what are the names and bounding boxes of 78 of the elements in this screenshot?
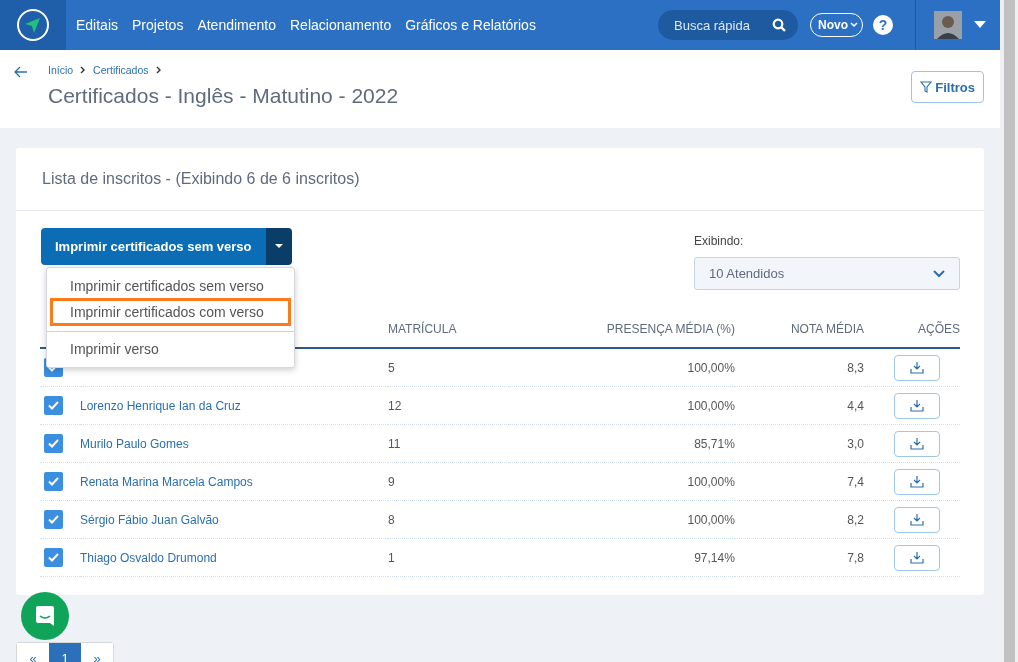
table-cell: 9	[388, 474, 395, 489]
search-field[interactable]: Busca rápida	[658, 10, 798, 40]
table-cell: 4,4	[847, 398, 864, 413]
download-button[interactable]	[894, 392, 940, 419]
nav-link[interactable]: Editais	[76, 17, 119, 33]
column-header: MATRÍCULA	[388, 311, 509, 348]
help-button[interactable]: ?	[873, 15, 893, 35]
download-icon	[910, 551, 924, 564]
filter-label: Exibindo:	[694, 234, 745, 248]
print-button[interactable]: Imprimir certificados sem verso	[41, 228, 266, 265]
table-cell: 8	[388, 512, 395, 527]
page-button[interactable]: 1	[49, 643, 81, 662]
table-cell: 100,00%	[687, 474, 735, 489]
column-header: PRESENÇA MÉDIA (%)	[508, 311, 735, 348]
download-icon	[910, 513, 924, 526]
download-icon	[910, 399, 924, 412]
menu-item[interactable]: Imprimir certificados com verso	[50, 298, 291, 326]
checkbox[interactable]	[44, 548, 63, 567]
nav-link[interactable]: Relacionamento	[290, 17, 392, 33]
column-header: NOTA MÉDIA	[734, 311, 864, 348]
table-cell: 3,0	[847, 436, 864, 451]
caret-icon	[274, 244, 283, 249]
page-title: Certificados - Inglês - Matutino - 2022	[48, 84, 400, 108]
column-header: AÇÕES	[864, 311, 960, 348]
nav-link[interactable]: Gráficos e Relatórios	[405, 17, 536, 33]
chevron-icon	[850, 22, 858, 28]
caret-icon[interactable]	[974, 21, 986, 29]
table-cell: 7,4	[847, 474, 864, 489]
student-link[interactable]: Sérgio Fábio Juan Galvão	[80, 512, 219, 527]
download-button[interactable]	[894, 354, 940, 381]
back-arrow-icon[interactable]	[14, 66, 28, 78]
student-link[interactable]: Murilo Paulo Gomes	[80, 436, 189, 451]
chat-button[interactable]	[21, 592, 69, 640]
table-cell: 100,00%	[687, 398, 735, 413]
download-button[interactable]	[894, 430, 940, 457]
filter-button[interactable]: Filtros	[911, 71, 984, 103]
table-cell: 100,00%	[687, 360, 735, 375]
search-icon	[772, 18, 786, 32]
search-input[interactable]: Busca rápida	[672, 16, 772, 34]
chat-icon	[34, 605, 56, 627]
scrollbar[interactable]	[1001, 0, 1018, 662]
menu-item[interactable]: Imprimir certificados sem verso	[50, 274, 291, 298]
table-cell: 5	[388, 360, 395, 375]
table-cell: 8,2	[847, 512, 864, 527]
download-button[interactable]	[894, 506, 940, 533]
logo-icon[interactable]	[0, 0, 66, 50]
chevron-icon	[933, 269, 945, 278]
breadcrumb-link[interactable]: Início	[48, 64, 74, 76]
filter-icon	[920, 81, 933, 93]
student-link[interactable]: Lorenzo Henrique Ian da Cruz	[80, 398, 241, 413]
table-cell: 8,3	[847, 360, 864, 375]
checkbox[interactable]	[44, 510, 63, 529]
download-button[interactable]	[894, 468, 940, 495]
table-cell: 97,14%	[694, 550, 735, 565]
student-link[interactable]: Renata Marina Marcela Campos	[80, 474, 253, 489]
checkbox[interactable]	[44, 396, 63, 415]
checkbox[interactable]	[44, 472, 63, 491]
dropdown-toggle[interactable]	[265, 228, 292, 265]
menu-item[interactable]: Imprimir verso	[50, 337, 291, 361]
chevron-icon	[154, 66, 163, 74]
table-cell: 11	[388, 436, 401, 451]
table-cell: 7,8	[847, 550, 864, 565]
table-cell: 1	[388, 550, 395, 565]
card-title: Lista de inscritos - (Exibindo 6 de 6 inscritos)	[42, 170, 360, 188]
table-cell: 12	[388, 398, 402, 413]
nav-link[interactable]: Atendimento	[197, 17, 276, 33]
download-icon	[910, 475, 924, 488]
nav-link[interactable]: Projetos	[132, 17, 184, 33]
download-icon	[910, 361, 924, 374]
student-link[interactable]: Thiago Osvaldo Drumond	[80, 550, 217, 565]
status-select[interactable]: 10 Atendidos	[694, 257, 960, 290]
table-cell: 100,00%	[687, 512, 735, 527]
avatar[interactable]	[934, 11, 962, 39]
download-button[interactable]	[894, 544, 940, 571]
download-icon	[910, 437, 924, 450]
breadcrumb-link[interactable]: Certificados	[93, 64, 149, 76]
checkbox[interactable]	[44, 434, 63, 453]
table-cell: 85,71%	[694, 436, 735, 451]
